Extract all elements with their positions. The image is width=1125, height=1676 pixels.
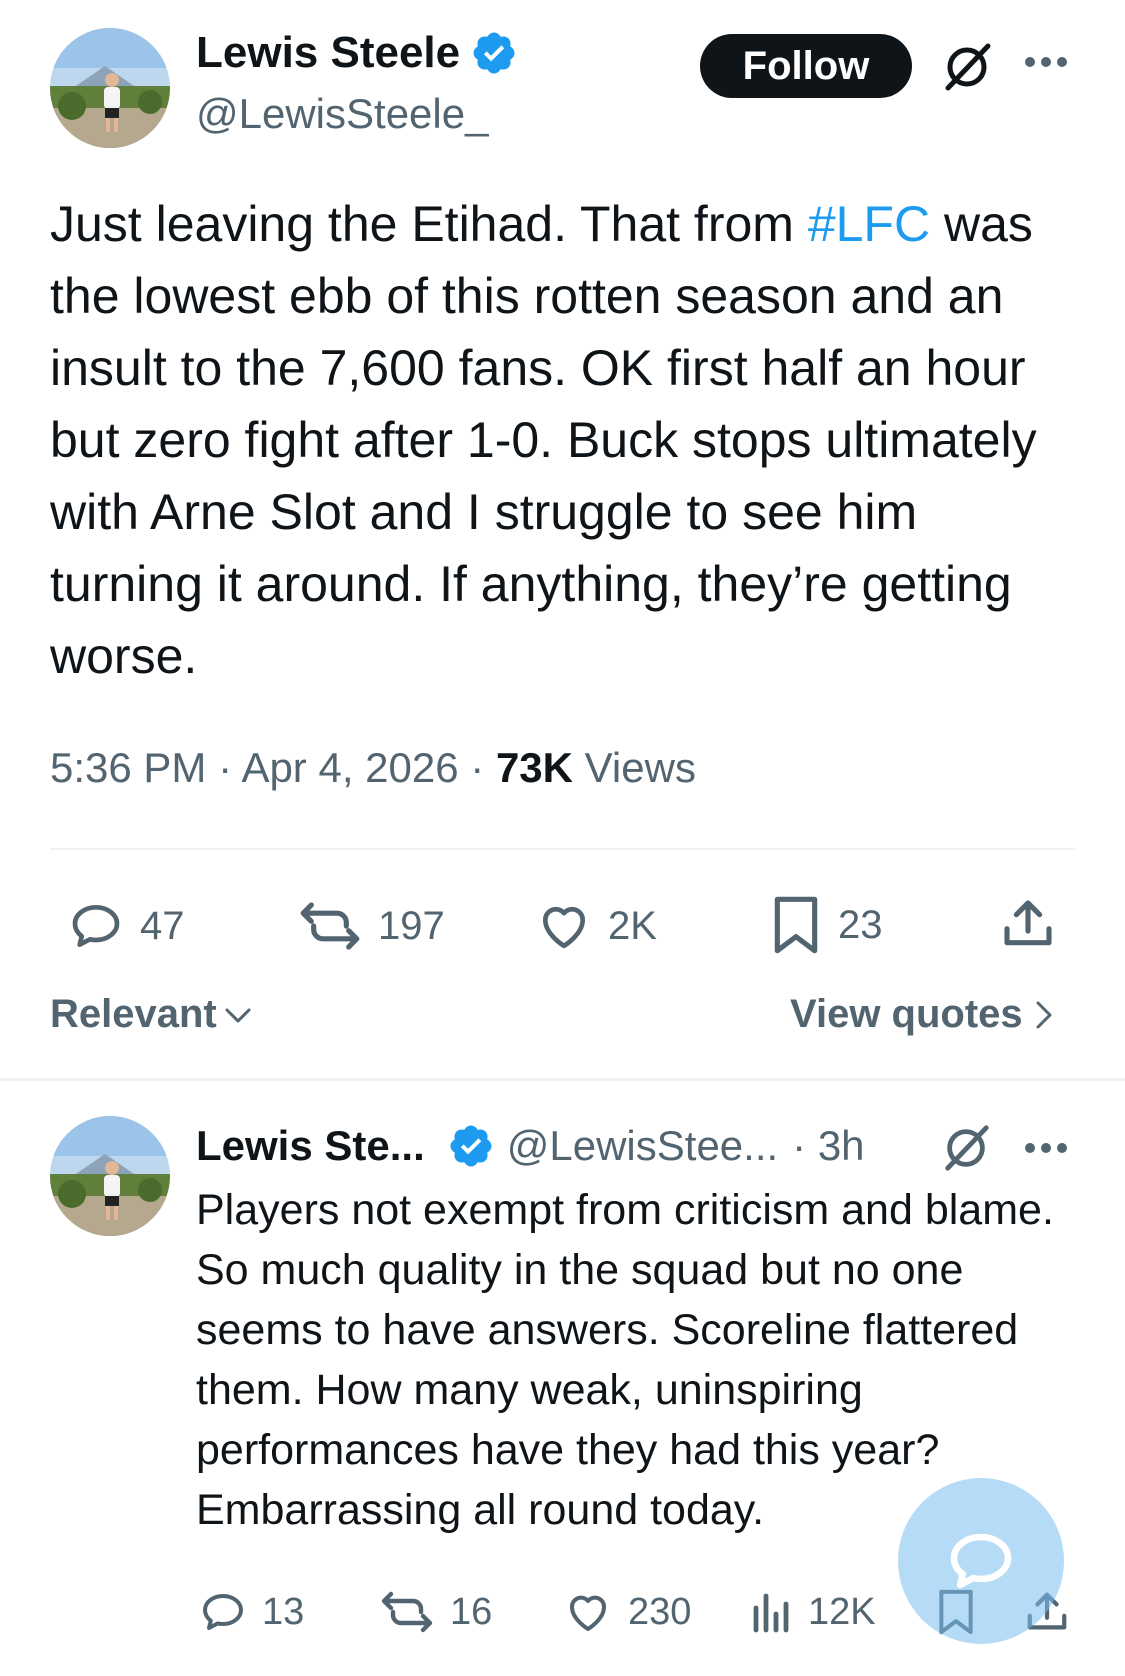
repost-action[interactable]: 197 <box>296 898 445 954</box>
view-quotes-label: View quotes <box>790 992 1023 1036</box>
repost-action[interactable]: 16 <box>378 1588 492 1636</box>
reply-count: 47 <box>140 903 185 948</box>
grok-icon[interactable] <box>940 40 994 94</box>
share-icon <box>1004 900 1052 946</box>
reply-icon <box>203 1594 243 1630</box>
verified-badge-icon <box>473 32 515 74</box>
author-name-text[interactable]: Lewis Steele <box>196 28 460 78</box>
chevron-right-icon <box>1036 1001 1052 1028</box>
share-action[interactable] <box>1000 896 1056 952</box>
like-count: 230 <box>628 1590 692 1633</box>
reply-author-handle[interactable]: @LewisStee... <box>507 1122 778 1170</box>
repost-icon <box>381 1591 433 1633</box>
tweet-date[interactable]: Apr 4, 2026 <box>241 744 458 791</box>
sort-dropdown[interactable]: Relevant <box>50 992 253 1037</box>
meta-dot: · <box>218 744 242 791</box>
bookmark-count: 23 <box>838 902 883 947</box>
tweet-text: Just leaving the Etihad. That from #LFC … <box>50 188 1080 692</box>
divider <box>0 1078 1125 1081</box>
reply-avatar[interactable] <box>50 1116 170 1236</box>
author-name[interactable]: Lewis Steele <box>196 28 518 78</box>
repost-icon <box>300 902 360 950</box>
reply-action[interactable]: 47 <box>66 898 185 954</box>
reply-author-name[interactable]: Lewis Ste... <box>196 1122 425 1170</box>
sort-label: Relevant <box>50 992 217 1036</box>
bookmark-action[interactable]: 23 <box>768 894 883 956</box>
divider <box>50 848 1075 850</box>
compose-icon <box>950 1533 1012 1589</box>
author-handle[interactable]: @LewisSteele_ <box>196 90 488 138</box>
author-avatar[interactable] <box>50 28 170 148</box>
repost-count: 197 <box>378 903 445 948</box>
chevron-down-icon <box>225 1008 251 1022</box>
like-action[interactable]: 230 <box>562 1588 691 1636</box>
like-icon <box>570 1595 606 1631</box>
reply-count: 13 <box>262 1590 305 1633</box>
grok-icon[interactable] <box>940 1122 992 1174</box>
bookmark-icon <box>774 896 818 954</box>
views-label: Views <box>584 744 696 791</box>
like-count: 2K <box>608 903 657 948</box>
follow-button[interactable]: Follow <box>700 34 912 98</box>
more-icon[interactable] <box>1022 52 1070 72</box>
views-action[interactable]: 12K <box>750 1588 876 1636</box>
reply-header: Lewis Ste... @LewisStee... · 3h <box>196 1122 865 1170</box>
repost-count: 16 <box>450 1590 493 1633</box>
reply-icon <box>72 905 120 947</box>
reply-action[interactable]: 13 <box>198 1588 304 1636</box>
views-count: 73K <box>495 744 573 791</box>
meta-dot: · <box>470 744 496 791</box>
tweet-meta: 5:36 PM · Apr 4, 2026 · 73K Views <box>50 744 696 792</box>
views-count: 12K <box>808 1590 876 1633</box>
tweet-time[interactable]: 5:36 PM <box>50 744 206 791</box>
tweet-text-after: was the lowest ebb of this rotten season… <box>50 196 1037 684</box>
hashtag-link[interactable]: #LFC <box>808 196 930 252</box>
view-quotes-link[interactable]: View quotes <box>790 992 1055 1037</box>
tweet-text-before: Just leaving the Etihad. That from <box>50 196 808 252</box>
like-action[interactable]: 2K <box>534 898 657 954</box>
like-icon <box>543 906 585 949</box>
reply-time[interactable]: · 3h <box>792 1122 864 1170</box>
compose-reply-button[interactable] <box>898 1478 1064 1644</box>
views-icon <box>753 1593 789 1633</box>
more-icon[interactable] <box>1022 1138 1070 1158</box>
verified-badge-icon <box>450 1125 492 1167</box>
